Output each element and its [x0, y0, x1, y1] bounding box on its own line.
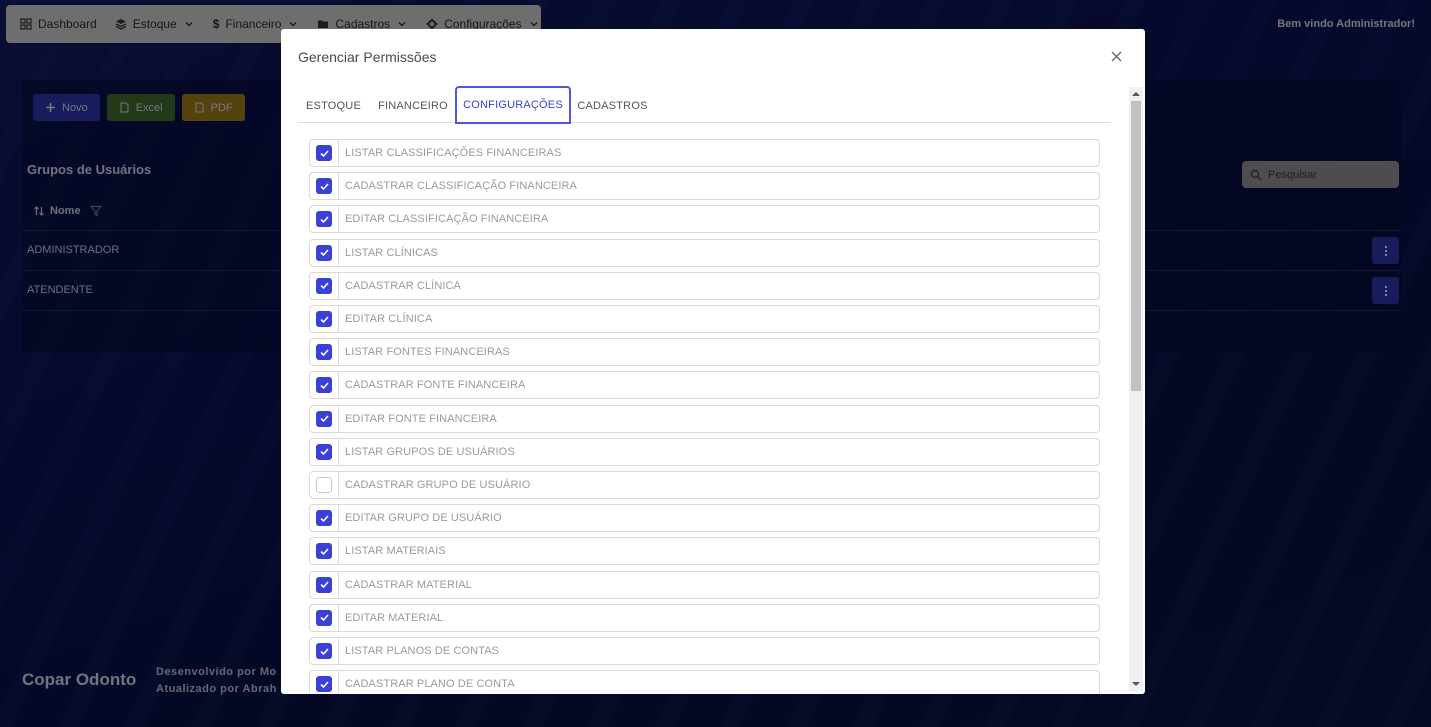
permission-label: EDITAR CLASSIFICAÇÃO FINANCEIRA — [345, 213, 549, 226]
checkmark-icon — [319, 647, 329, 655]
permission-label: LISTAR CLÍNICAS — [345, 246, 438, 259]
permission-label: CADASTRAR MATERIAL — [345, 578, 472, 591]
checkmark-icon — [319, 183, 329, 190]
permission-checkbox[interactable] — [316, 344, 332, 361]
checkmark-icon — [319, 249, 329, 257]
permission-label: LISTAR CLASSIFICAÇÕES FINANCEIRAS — [345, 147, 562, 159]
permission-checkbox[interactable] — [316, 443, 332, 460]
checkbox-cell — [310, 405, 339, 432]
permission-item: LISTAR CLÍNICAS — [309, 238, 1100, 267]
checkbox-cell — [310, 638, 339, 664]
permission-item: CADASTRAR FONTE FINANCEIRA — [309, 371, 1100, 400]
checkbox-cell — [310, 571, 339, 598]
modal-scrollbar[interactable] — [1129, 87, 1143, 691]
checkmark-icon — [319, 315, 329, 323]
permission-checkbox[interactable] — [316, 145, 332, 161]
permission-checkbox[interactable] — [316, 244, 332, 261]
permission-item: CADASTRAR PLANO DE CONTA — [309, 670, 1100, 694]
tab-configuracoes[interactable]: CONFIGURAÇÕES — [455, 86, 571, 124]
permission-item: EDITAR CLASSIFICAÇÃO FINANCEIRA — [309, 205, 1100, 234]
checkbox-cell — [310, 538, 339, 565]
permission-item: CADASTRAR CLASSIFICAÇÃO FINANCEIRA — [309, 172, 1100, 201]
permission-item: EDITAR CLÍNICA — [309, 305, 1100, 333]
permission-checkbox[interactable] — [316, 277, 332, 294]
checkmark-icon — [319, 415, 329, 423]
permission-item: CADASTRAR GRUPO DE USUÁRIO — [309, 471, 1100, 499]
permission-item: LISTAR GRUPOS DE USUÁRIOS — [309, 437, 1100, 466]
permissions-modal: Gerenciar Permissões ESTOQUE FINANCEIRO … — [281, 29, 1145, 694]
checkmark-icon — [319, 448, 329, 456]
checkbox-cell — [310, 140, 339, 166]
checkmark-icon — [319, 581, 329, 589]
permission-checkbox[interactable] — [316, 510, 332, 527]
permission-item: EDITAR GRUPO DE USUÁRIO — [309, 504, 1100, 533]
permission-item: CADASTRAR CLÍNICA — [309, 271, 1100, 300]
checkmark-icon — [319, 548, 329, 556]
checkbox-cell — [310, 472, 339, 498]
checkmark-icon — [319, 681, 329, 688]
permission-label: CADASTRAR CLASSIFICAÇÃO FINANCEIRA — [345, 180, 577, 193]
checkmark-icon — [319, 282, 329, 290]
permission-label: CADASTRAR CLÍNICA — [345, 279, 461, 292]
permission-item: CADASTRAR MATERIAL — [309, 570, 1100, 599]
checkmark-icon — [319, 382, 329, 390]
checkbox-cell — [310, 438, 339, 465]
scroll-down-icon[interactable] — [1132, 681, 1140, 687]
modal-title: Gerenciar Permissões — [298, 49, 437, 65]
permission-checkbox[interactable] — [316, 311, 332, 327]
tab-cadastros[interactable]: CADASTROS — [571, 87, 654, 124]
scroll-up-icon[interactable] — [1132, 91, 1140, 97]
permission-checkbox[interactable] — [316, 676, 332, 693]
permission-checkbox[interactable] — [316, 211, 332, 228]
permission-checkbox[interactable] — [316, 477, 332, 493]
close-button[interactable] — [1109, 49, 1123, 63]
permission-checkbox[interactable] — [316, 643, 332, 659]
checkbox-cell — [310, 306, 339, 332]
checkbox-cell — [310, 604, 339, 631]
permission-label: EDITAR FONTE FINANCEIRA — [345, 412, 497, 425]
checkbox-cell — [310, 671, 339, 694]
permission-label: LISTAR FONTES FINANCEIRAS — [345, 346, 510, 359]
permission-checkbox[interactable] — [316, 543, 332, 560]
permission-label: LISTAR MATERIAIS — [345, 545, 446, 558]
permission-checkbox[interactable] — [316, 178, 332, 195]
checkbox-cell — [310, 372, 339, 399]
permission-checkbox[interactable] — [316, 377, 332, 394]
permission-label: EDITAR CLÍNICA — [345, 313, 433, 325]
permission-checkbox[interactable] — [316, 410, 332, 427]
close-icon — [1111, 51, 1121, 61]
checkbox-cell — [310, 239, 339, 266]
permission-checkbox[interactable] — [316, 609, 332, 626]
permission-label: CADASTRAR FONTE FINANCEIRA — [345, 379, 526, 392]
scroll-thumb[interactable] — [1131, 101, 1141, 391]
checkbox-cell — [310, 272, 339, 299]
checkmark-icon — [319, 216, 329, 224]
permission-item: EDITAR FONTE FINANCEIRA — [309, 404, 1100, 433]
permission-label: CADASTRAR PLANO DE CONTA — [345, 678, 515, 691]
checkmark-icon — [319, 149, 329, 157]
permission-label: CADASTRAR GRUPO DE USUÁRIO — [345, 479, 531, 491]
permission-item: LISTAR MATERIAIS — [309, 537, 1100, 566]
tab-estoque[interactable]: ESTOQUE — [298, 87, 369, 124]
permission-checkbox[interactable] — [316, 576, 332, 593]
permission-item: EDITAR MATERIAL — [309, 603, 1100, 632]
checkbox-cell — [310, 505, 339, 532]
checkbox-cell — [310, 339, 339, 366]
checkmark-icon — [319, 349, 329, 356]
checkmark-icon — [319, 515, 329, 522]
permission-item: LISTAR FONTES FINANCEIRAS — [309, 338, 1100, 367]
tab-financeiro[interactable]: FINANCEIRO — [369, 87, 457, 124]
permission-tabs: ESTOQUE FINANCEIRO CONFIGURAÇÕES CADASTR… — [298, 86, 1111, 124]
permission-label: LISTAR PLANOS DE CONTAS — [345, 645, 500, 657]
permission-item: LISTAR CLASSIFICAÇÕES FINANCEIRAS — [309, 139, 1100, 167]
checkmark-icon — [319, 614, 329, 622]
permission-label: LISTAR GRUPOS DE USUÁRIOS — [345, 445, 515, 458]
checkbox-cell — [310, 173, 339, 200]
permission-item: LISTAR PLANOS DE CONTAS — [309, 637, 1100, 665]
checkbox-cell — [310, 206, 339, 233]
permission-label: EDITAR MATERIAL — [345, 611, 444, 624]
permission-label: EDITAR GRUPO DE USUÁRIO — [345, 512, 502, 525]
